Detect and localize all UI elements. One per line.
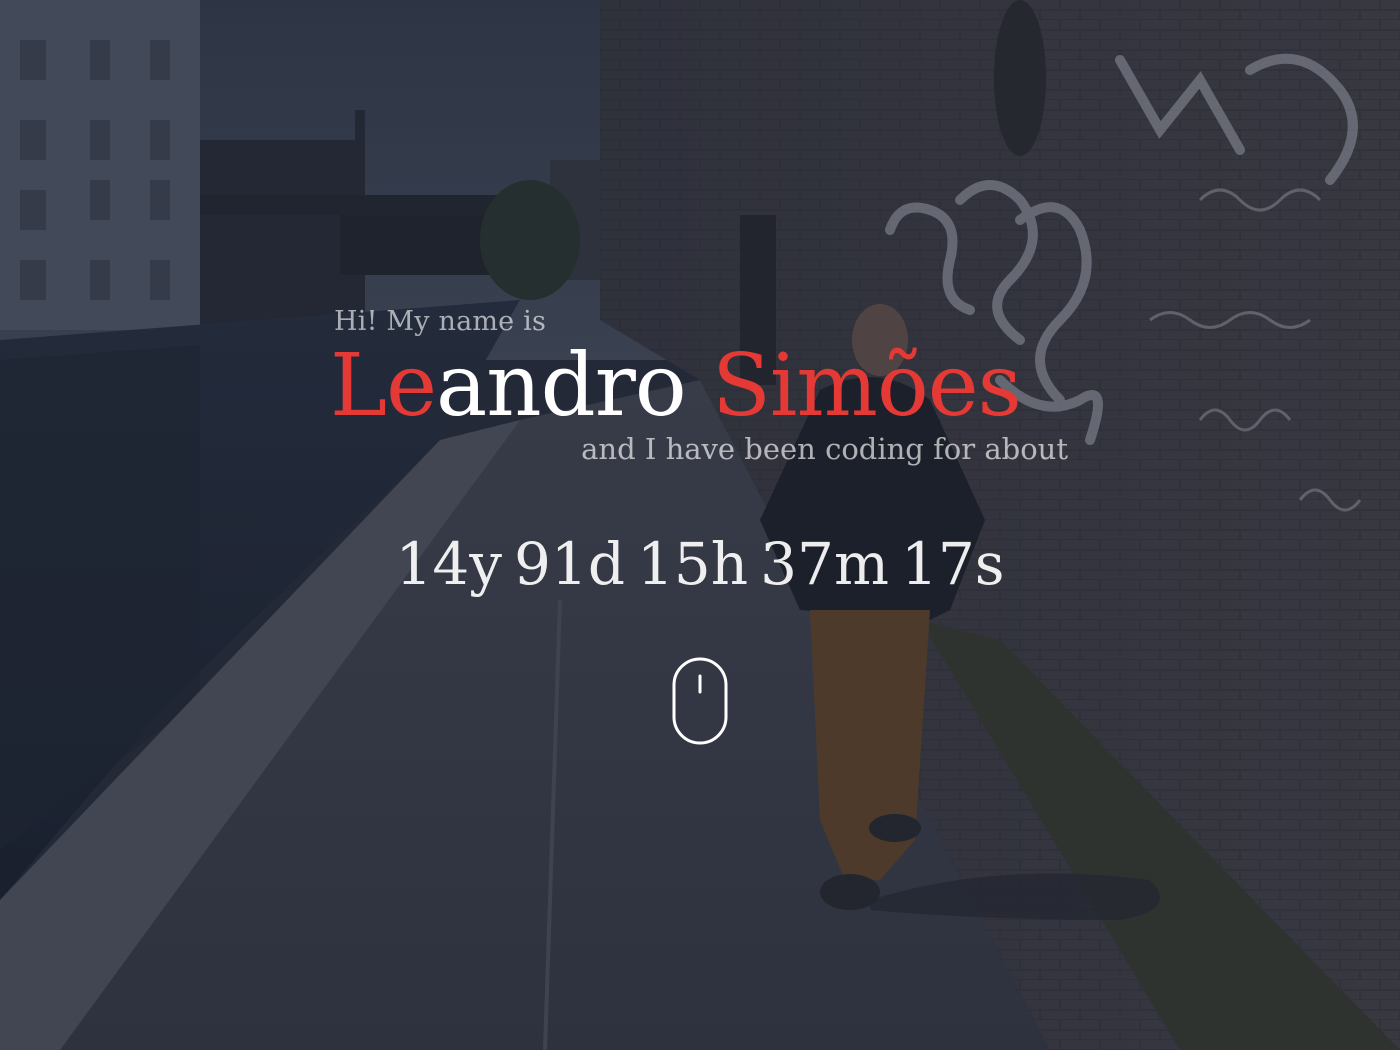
counter-minutes: 37m bbox=[760, 530, 889, 598]
name-space bbox=[686, 336, 712, 436]
name-part-andro: andro bbox=[436, 336, 687, 436]
greeting-text: Hi! My name is bbox=[334, 306, 547, 337]
name-part-simoes: Simões bbox=[711, 336, 1022, 436]
counter-days: 91d bbox=[514, 530, 625, 598]
counter-hours: 15h bbox=[636, 530, 749, 598]
counter-seconds: 17s bbox=[900, 530, 1005, 598]
hero-content: Hi! My name is Leandro Simões and I have… bbox=[0, 0, 1400, 1050]
hero-section: Hi! My name is Leandro Simões and I have… bbox=[0, 0, 1400, 1050]
subtitle-text: and I have been coding for about bbox=[581, 432, 1068, 466]
mouse-scroll-icon[interactable] bbox=[671, 656, 729, 746]
counter-years: 14y bbox=[395, 530, 503, 598]
name-part-le: Le bbox=[330, 336, 437, 436]
name-heading: Leandro Simões bbox=[330, 336, 1022, 436]
coding-time-counter: 14y 91d 15h 37m 17s bbox=[0, 530, 1400, 598]
